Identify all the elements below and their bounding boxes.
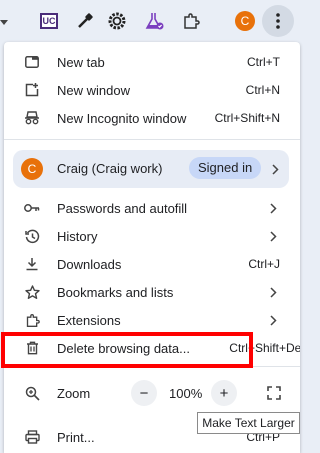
download-icon — [24, 256, 40, 272]
profile-name: Craig (Craig work) — [57, 161, 163, 176]
menu-item-bookmarks-lists[interactable]: Bookmarks and lists — [4, 278, 300, 306]
chevron-right-icon — [268, 285, 278, 299]
more-menu-button[interactable] — [262, 5, 294, 37]
new-window-icon — [24, 82, 40, 98]
profile-avatar-icon: C — [21, 158, 43, 180]
menu-divider — [4, 139, 300, 140]
new-tab-icon — [24, 54, 40, 70]
zoom-in-button[interactable]: + — [211, 380, 237, 406]
menu-item-history[interactable]: History — [4, 222, 300, 250]
eyedropper-extension-icon[interactable] — [72, 8, 98, 34]
incognito-icon — [24, 110, 40, 126]
menu-profile-row[interactable]: C Craig (Craig work) Signed in — [13, 150, 289, 188]
gear-extension-icon[interactable] — [104, 8, 130, 34]
zoom-out-button[interactable]: − — [131, 380, 157, 406]
extensions-puzzle-icon[interactable] — [178, 8, 204, 34]
menu-item-new-tab[interactable]: New tab Ctrl+T — [4, 48, 300, 76]
printer-icon — [24, 429, 40, 445]
fullscreen-button[interactable] — [261, 380, 287, 406]
zoom-highlight-annotation — [1, 332, 253, 368]
menu-item-extensions[interactable]: Extensions — [4, 306, 300, 334]
zoom-in-icon — [24, 385, 40, 401]
browser-toolbar: UC C — [0, 0, 302, 42]
menu-item-new-window[interactable]: New window Ctrl+N — [4, 76, 300, 104]
chevron-right-icon — [268, 313, 278, 327]
uc-extension-icon[interactable]: UC — [36, 8, 62, 34]
puzzle-icon — [24, 312, 40, 328]
chevron-right-icon — [268, 201, 278, 215]
zoom-level: 100% — [169, 386, 203, 401]
menu-item-new-incognito-window[interactable]: New Incognito window Ctrl+Shift+N — [4, 104, 300, 132]
zoom-in-tooltip: Make Text Larger — [197, 412, 300, 434]
history-icon — [24, 228, 40, 244]
star-icon — [24, 284, 40, 300]
chevron-right-icon — [268, 229, 278, 243]
key-icon — [24, 200, 40, 216]
chrome-main-menu: New tab Ctrl+T New window Ctrl+N New Inc… — [4, 42, 300, 453]
chevron-right-icon — [272, 162, 279, 180]
menu-item-passwords-autofill[interactable]: Passwords and autofill — [4, 194, 300, 222]
chevron-down-icon[interactable] — [0, 10, 8, 36]
signed-in-badge: Signed in — [189, 157, 262, 179]
menu-item-downloads[interactable]: Downloads Ctrl+J — [4, 250, 300, 278]
profile-avatar[interactable]: C — [232, 8, 258, 34]
flask-extension-icon[interactable] — [142, 8, 168, 34]
